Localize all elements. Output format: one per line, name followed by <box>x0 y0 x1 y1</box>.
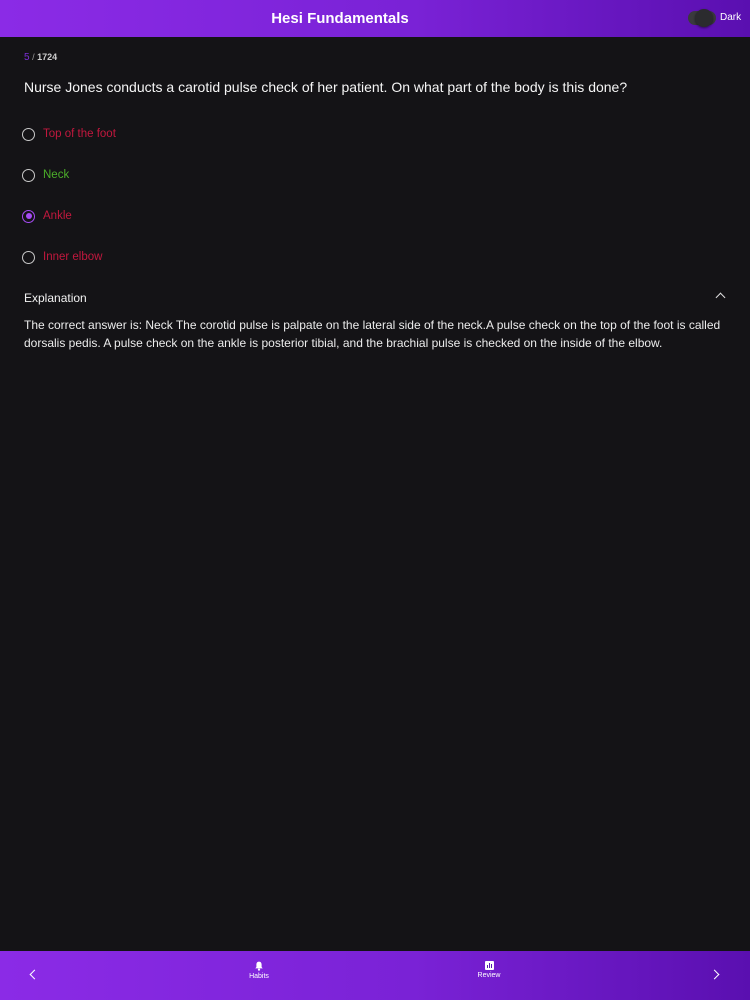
question-text: Nurse Jones conducts a carotid pulse che… <box>24 79 628 95</box>
option-label: Top of the foot <box>43 128 116 140</box>
theme-toggle-label: Dark <box>720 12 742 23</box>
explanation-text: The correct answer is: Neck The corotid … <box>24 318 721 350</box>
radio-button[interactable] <box>22 127 35 141</box>
next-button[interactable] <box>700 959 732 991</box>
theme-toggle[interactable] <box>688 9 716 27</box>
chevron-up-icon[interactable] <box>715 292 726 303</box>
bell-icon <box>255 961 263 971</box>
current-question-number: 5 <box>24 52 30 63</box>
option-label: Inner elbow <box>43 251 103 263</box>
page-title: Hesi Fundamentals <box>271 10 409 27</box>
question-counter: 5 / 1724 <box>24 52 57 63</box>
bottom-nav: Habits Review <box>0 951 750 1000</box>
option-inner-elbow[interactable]: Inner elbow <box>22 248 102 266</box>
previous-button[interactable] <box>18 959 50 991</box>
radio-button-selected[interactable] <box>22 209 35 223</box>
counter-separator: / <box>32 52 35 62</box>
explanation-toggle[interactable]: Explanation <box>24 290 728 306</box>
review-label: Review <box>477 972 501 979</box>
option-top-of-the-foot[interactable]: Top of the foot <box>22 125 116 143</box>
option-ankle[interactable]: Ankle <box>22 207 72 225</box>
habits-button[interactable]: Habits <box>229 961 289 980</box>
option-neck[interactable]: Neck <box>22 166 69 184</box>
toggle-knob <box>695 9 713 27</box>
review-button[interactable]: Review <box>459 961 519 979</box>
option-label: Ankle <box>43 210 72 222</box>
radio-button[interactable] <box>22 250 35 264</box>
total-questions: 1724 <box>37 52 58 62</box>
option-label: Neck <box>43 169 70 181</box>
radio-button[interactable] <box>22 168 35 182</box>
bar-chart-icon <box>484 961 494 970</box>
app-header: Hesi Fundamentals Dark <box>0 0 750 37</box>
chevron-right-icon <box>709 969 720 980</box>
habits-label: Habits <box>249 973 269 980</box>
chevron-left-icon <box>29 969 40 980</box>
explanation-title: Explanation <box>24 291 87 305</box>
